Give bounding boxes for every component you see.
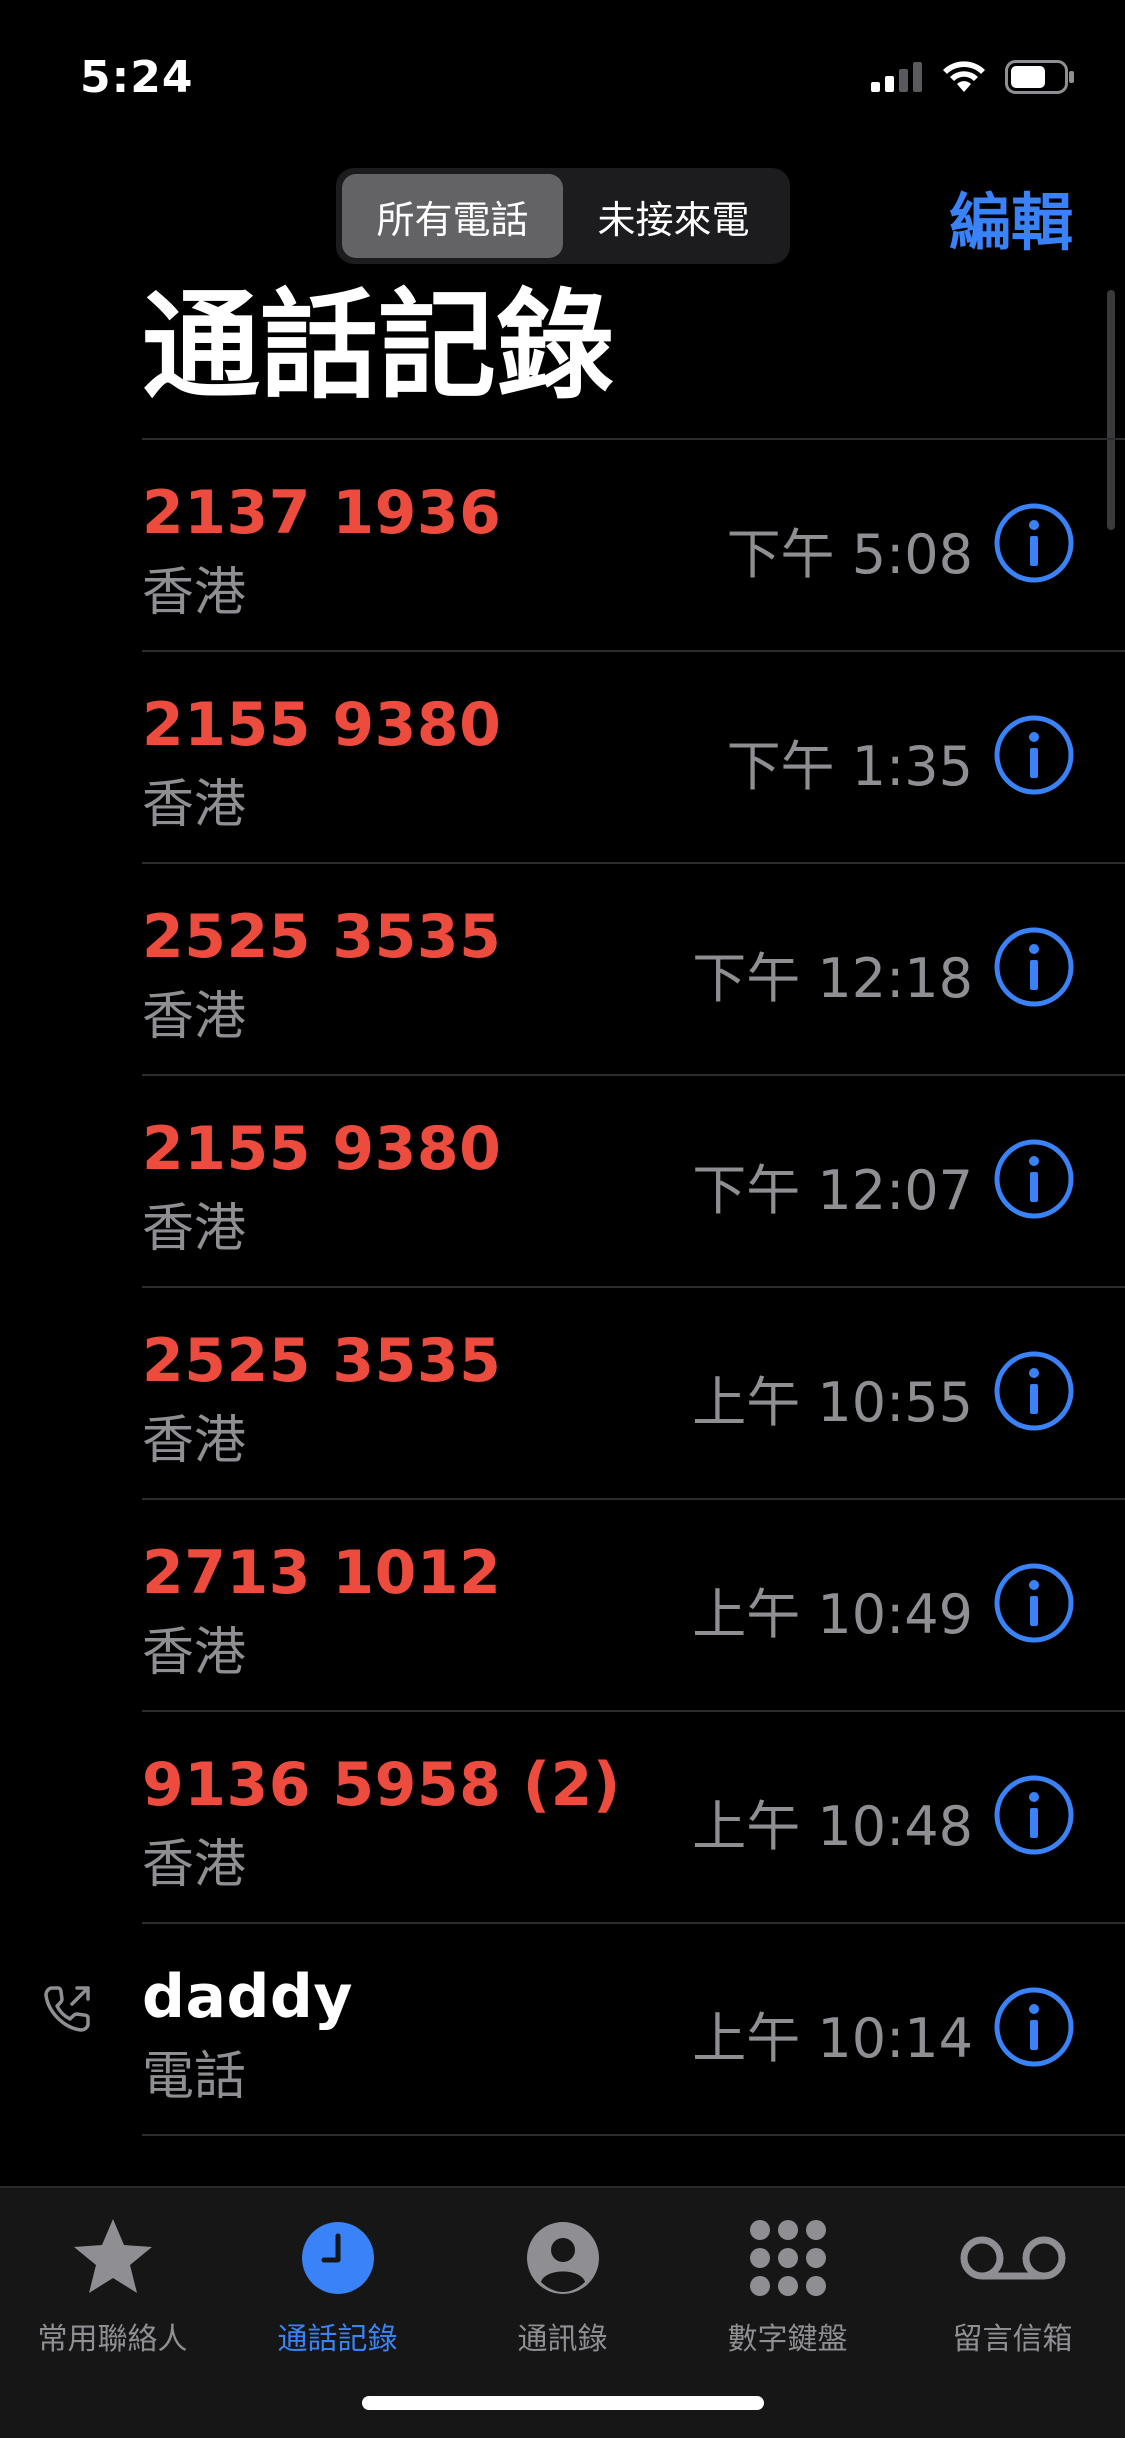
call-label: 香港 xyxy=(142,775,247,835)
segment-all-calls[interactable]: 所有電話 xyxy=(342,174,563,258)
row-divider xyxy=(142,438,1125,440)
outgoing-call-icon xyxy=(44,1986,90,2032)
call-name: daddy xyxy=(142,1962,353,2032)
row-divider xyxy=(142,862,1125,864)
keypad-icon xyxy=(749,2220,826,2296)
tab-label: 留言信箱 xyxy=(952,2322,1073,2357)
call-label: 香港 xyxy=(142,987,247,1047)
home-indicator[interactable] xyxy=(362,2396,764,2410)
star-icon xyxy=(73,2219,152,2293)
call-time: 上午 10:14 xyxy=(692,2007,973,2070)
call-name: 2137 1936 xyxy=(142,478,502,548)
row-divider xyxy=(142,650,1125,652)
call-time: 下午 12:18 xyxy=(692,947,973,1010)
call-name: 9136 5958 (2) xyxy=(142,1750,621,1820)
row-divider xyxy=(142,1710,1125,1712)
info-icon[interactable] xyxy=(993,714,1075,796)
tab-label: 通話記錄 xyxy=(277,2322,398,2357)
call-row[interactable]: 9136 5958 (2) 香港 上午 10:48 xyxy=(0,1710,1125,1922)
call-time: 下午 12:07 xyxy=(692,1159,973,1222)
call-row[interactable]: 2713 1012 香港 上午 10:49 xyxy=(0,1498,1125,1710)
voicemail-icon xyxy=(960,2236,1065,2280)
info-icon[interactable] xyxy=(993,1774,1075,1856)
tab-voicemail[interactable]: 留言信箱 xyxy=(900,2208,1125,2358)
call-time: 上午 10:48 xyxy=(692,1795,973,1858)
call-row[interactable]: 2137 1936 香港 下午 5:08 xyxy=(0,438,1125,650)
row-divider xyxy=(142,1922,1125,1924)
call-label: 香港 xyxy=(142,563,247,623)
page-title: 通話記錄 xyxy=(142,277,615,415)
call-filter-segmented-control: 所有電話 未接來電 xyxy=(336,168,790,264)
call-label: 電話 xyxy=(142,2047,247,2107)
person-icon xyxy=(526,2222,599,2294)
call-time: 下午 5:08 xyxy=(726,523,973,586)
tab-contacts[interactable]: 通訊錄 xyxy=(450,2208,675,2358)
call-time: 上午 10:49 xyxy=(692,1583,973,1646)
tab-label: 通訊錄 xyxy=(517,2322,608,2357)
info-icon[interactable] xyxy=(993,1986,1075,2068)
status-icons xyxy=(871,60,1075,94)
call-row[interactable]: 2525 3535 香港 上午 10:55 xyxy=(0,1286,1125,1498)
info-icon[interactable] xyxy=(993,1350,1075,1432)
battery-icon xyxy=(1005,60,1074,94)
call-time: 上午 10:55 xyxy=(692,1371,973,1434)
call-row[interactable]: 2155 9380 香港 下午 1:35 xyxy=(0,650,1125,862)
info-icon[interactable] xyxy=(993,1562,1075,1644)
status-bar: 5:24 xyxy=(0,0,1125,150)
call-name: 2525 3535 xyxy=(142,902,502,972)
status-time: 5:24 xyxy=(80,52,194,103)
edit-button[interactable]: 編輯 xyxy=(949,172,1073,262)
wifi-icon xyxy=(943,61,985,92)
call-label: 香港 xyxy=(142,1623,247,1683)
call-time: 下午 1:35 xyxy=(726,735,973,798)
segment-missed-calls[interactable]: 未接來電 xyxy=(563,174,784,258)
signal-icon xyxy=(871,62,922,92)
info-icon[interactable] xyxy=(993,926,1075,1008)
call-name: 2155 9380 xyxy=(142,1114,502,1184)
tab-recents[interactable]: 通話記錄 xyxy=(225,2208,450,2358)
info-icon[interactable] xyxy=(993,502,1075,584)
call-row[interactable]: 2525 3535 香港 下午 12:18 xyxy=(0,862,1125,1074)
clock-icon xyxy=(301,2222,374,2294)
call-name: 2155 9380 xyxy=(142,690,502,760)
row-divider xyxy=(142,1498,1125,1500)
call-name: 2525 3535 xyxy=(142,1326,502,1396)
call-name: 2713 1012 xyxy=(142,1538,502,1608)
tab-label: 常用聯絡人 xyxy=(37,2322,188,2357)
recents-list: 2137 1936 香港 下午 5:08 2155 9380 香港 下午 1:3… xyxy=(0,438,1125,2346)
call-label: 香港 xyxy=(142,1835,247,1895)
info-icon[interactable] xyxy=(993,1138,1075,1220)
tab-keypad[interactable]: 數字鍵盤 xyxy=(675,2208,900,2358)
tab-favorites[interactable]: 常用聯絡人 xyxy=(0,2208,225,2358)
row-divider xyxy=(142,2134,1125,2136)
row-divider xyxy=(142,1074,1125,1076)
call-label: 香港 xyxy=(142,1411,247,1471)
call-row[interactable]: daddy 電話 上午 10:14 xyxy=(0,1922,1125,2134)
row-divider xyxy=(142,1286,1125,1288)
call-row[interactable]: 2155 9380 香港 下午 12:07 xyxy=(0,1074,1125,1286)
tab-label: 數字鍵盤 xyxy=(727,2322,848,2357)
call-label: 香港 xyxy=(142,1199,247,1259)
